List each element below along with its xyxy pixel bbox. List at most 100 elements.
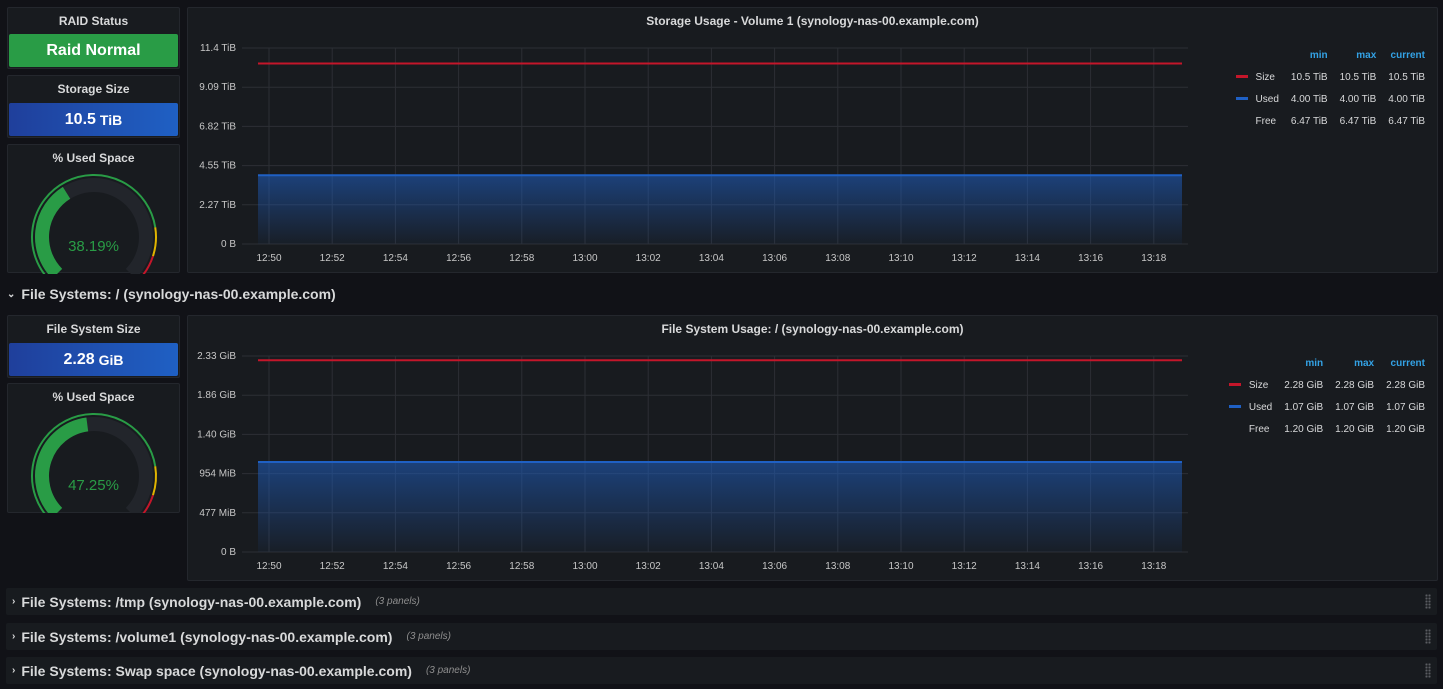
legend-row-size[interactable]: Size 2.28 GiB 2.28 GiB 2.28 GiB	[1228, 374, 1425, 396]
panel-title: Storage Usage - Volume 1 (synology-nas-0…	[646, 14, 979, 28]
panel-count: (3 panels)	[406, 631, 451, 642]
x-tick-label: 13:18	[1141, 253, 1166, 264]
stat-number: 10.5	[64, 110, 96, 128]
y-tick-label: 9.09 TiB	[199, 82, 236, 93]
legend-row-free[interactable]: Free 1.20 GiB 1.20 GiB 1.20 GiB	[1229, 418, 1425, 440]
series-swatch	[1228, 383, 1241, 387]
chevron-right-icon: ›	[12, 596, 16, 607]
series-name: Used	[1248, 401, 1273, 413]
legend-min: 1.20 GiB	[1284, 423, 1324, 435]
y-tick-label: 11.4 TiB	[200, 43, 236, 54]
legend-min: 6.47 TiB	[1290, 115, 1328, 127]
x-tick-label: 13:00	[572, 561, 597, 572]
y-tick-label: 2.27 TiB	[199, 200, 236, 211]
panel-title: File System Usage: / (synology-nas-00.ex…	[661, 322, 964, 336]
legend-current: 4.00 TiB	[1388, 93, 1425, 105]
legend-header-max[interactable]: max	[1328, 46, 1376, 66]
legend-max: 10.5 TiB	[1339, 71, 1377, 83]
panel-title: % Used Space	[52, 151, 135, 165]
legend-row-free[interactable]: Free 6.47 TiB 6.47 TiB 6.47 TiB	[1236, 110, 1425, 132]
used-area	[258, 175, 1182, 244]
storage-usage-panel[interactable]: Storage Usage - Volume 1 (synology-nas-0…	[187, 7, 1438, 273]
graph-legend: min max current Size 2.28 GiB 2.28 GiB 2…	[1228, 354, 1425, 440]
chevron-right-icon: ›	[12, 631, 16, 642]
y-tick-label: 0 B	[221, 547, 236, 558]
x-tick-label: 13:04	[699, 561, 724, 572]
row-title: File Systems: /volume1 (synology-nas-00.…	[21, 628, 393, 645]
legend-row-size[interactable]: Size 10.5 TiB 10.5 TiB 10.5 TiB	[1235, 66, 1425, 88]
x-tick-label: 12:58	[509, 561, 534, 572]
used-space-gauge-panel[interactable]: % Used Space 38.19%	[7, 144, 180, 274]
drag-handle-icon[interactable]	[1425, 594, 1431, 609]
row-title: File Systems: / (synology-nas-00.example…	[21, 286, 336, 302]
panel-count: (3 panels)	[425, 665, 471, 676]
x-tick-label: 12:56	[446, 561, 471, 572]
storage-usage-graph: 11.4 TiB 9.09 TiB 6.82 TiB 4.55 TiB 2.27 TiB…	[199, 43, 1188, 264]
series-swatch	[1235, 75, 1248, 79]
y-tick-label: 477 MiB	[199, 508, 236, 519]
legend-header-current[interactable]: current	[1374, 354, 1425, 374]
x-tick-label: 13:16	[1078, 561, 1103, 572]
x-tick-label: 12:50	[256, 253, 281, 264]
legend-header-min[interactable]: min	[1279, 46, 1328, 66]
legend-max: 4.00 TiB	[1339, 93, 1377, 105]
row-header-fs-volume1[interactable]: › File Systems: /volume1 (synology-nas-0…	[6, 623, 1437, 650]
row-header-fs-tmp[interactable]: › File Systems: /tmp (synology-nas-00.ex…	[6, 588, 1437, 615]
drag-handle-icon[interactable]	[1425, 629, 1431, 644]
legend-min: 4.00 TiB	[1290, 93, 1328, 105]
used-area	[258, 461, 1182, 552]
legend-current: 10.5 TiB	[1388, 71, 1425, 83]
storage-size-panel[interactable]: Storage Size 10.5 TiB	[7, 75, 180, 138]
y-tick-label: 4.55 TiB	[199, 161, 236, 172]
x-tick-label: 13:18	[1141, 561, 1166, 572]
legend-row-used[interactable]: Used 1.07 GiB 1.07 GiB 1.07 GiB	[1228, 396, 1425, 418]
y-tick-label: 954 MiB	[199, 469, 236, 480]
x-tick-label: 13:02	[636, 561, 661, 572]
x-tick-label: 13:12	[952, 253, 977, 264]
row-title: File Systems: /tmp (synology-nas-00.exam…	[21, 593, 362, 610]
stat-number: 2.28	[63, 350, 95, 368]
series-name: Free	[1255, 115, 1277, 127]
x-tick-label: 12:58	[509, 253, 534, 264]
fs-size-panel[interactable]: File System Size 2.28 GiB	[7, 315, 180, 378]
y-tick-label: 6.82 TiB	[199, 121, 236, 132]
legend-row-used[interactable]: Used 4.00 TiB 4.00 TiB 4.00 TiB	[1235, 88, 1425, 110]
panel-title: RAID Status	[58, 14, 129, 28]
x-tick-label: 13:14	[1015, 253, 1040, 264]
legend-current: 6.47 TiB	[1388, 115, 1425, 127]
x-tick-label: 13:10	[888, 561, 913, 572]
legend-max: 6.47 TiB	[1339, 115, 1377, 127]
x-tick-label: 12:52	[320, 253, 345, 264]
legend-header-min[interactable]: min	[1272, 354, 1323, 374]
x-tick-label: 13:14	[1015, 561, 1040, 572]
legend-current: 2.28 GiB	[1386, 379, 1425, 391]
x-tick-label: 13:16	[1078, 253, 1103, 264]
chevron-down-icon: ⌄	[7, 288, 16, 300]
y-tick-label: 1.86 GiB	[197, 390, 236, 401]
series-name: Free	[1248, 423, 1270, 435]
legend-header-max[interactable]: max	[1323, 354, 1374, 374]
row-header-fs-root[interactable]: ⌄ File Systems: / (synology-nas-00.examp…	[7, 286, 336, 302]
panel-title: % Used Space	[52, 390, 135, 404]
drag-handle-icon[interactable]	[1425, 663, 1431, 678]
x-tick-label: 13:02	[636, 253, 661, 264]
x-tick-label: 13:00	[572, 253, 597, 264]
gauge-fill	[35, 186, 71, 274]
x-tick-label: 13:06	[762, 561, 787, 572]
x-tick-label: 12:50	[256, 561, 281, 572]
x-tick-label: 12:56	[446, 253, 471, 264]
gauge-fill	[35, 417, 89, 513]
fs-usage-panel[interactable]: File System Usage: / (synology-nas-00.ex…	[187, 315, 1438, 581]
legend-min: 2.28 GiB	[1284, 379, 1324, 391]
raid-status-panel[interactable]: RAID Status Raid Normal	[7, 7, 180, 69]
fs-usage-graph: 2.33 GiB 1.86 GiB 1.40 GiB 954 MiB 477 MiB 0 …	[197, 351, 1188, 572]
stat-unit: GiB	[98, 351, 124, 368]
legend-header-current[interactable]: current	[1376, 46, 1425, 66]
legend-max: 1.20 GiB	[1335, 423, 1375, 435]
used-space-gauge-panel[interactable]: % Used Space 47.25%	[7, 383, 180, 513]
row-header-fs-swap[interactable]: › File Systems: Swap space (synology-nas…	[6, 657, 1437, 684]
x-tick-label: 13:10	[888, 253, 913, 264]
panel-title: File System Size	[46, 322, 141, 336]
stat-unit: TiB	[99, 111, 123, 128]
legend-min: 1.07 GiB	[1284, 401, 1324, 413]
